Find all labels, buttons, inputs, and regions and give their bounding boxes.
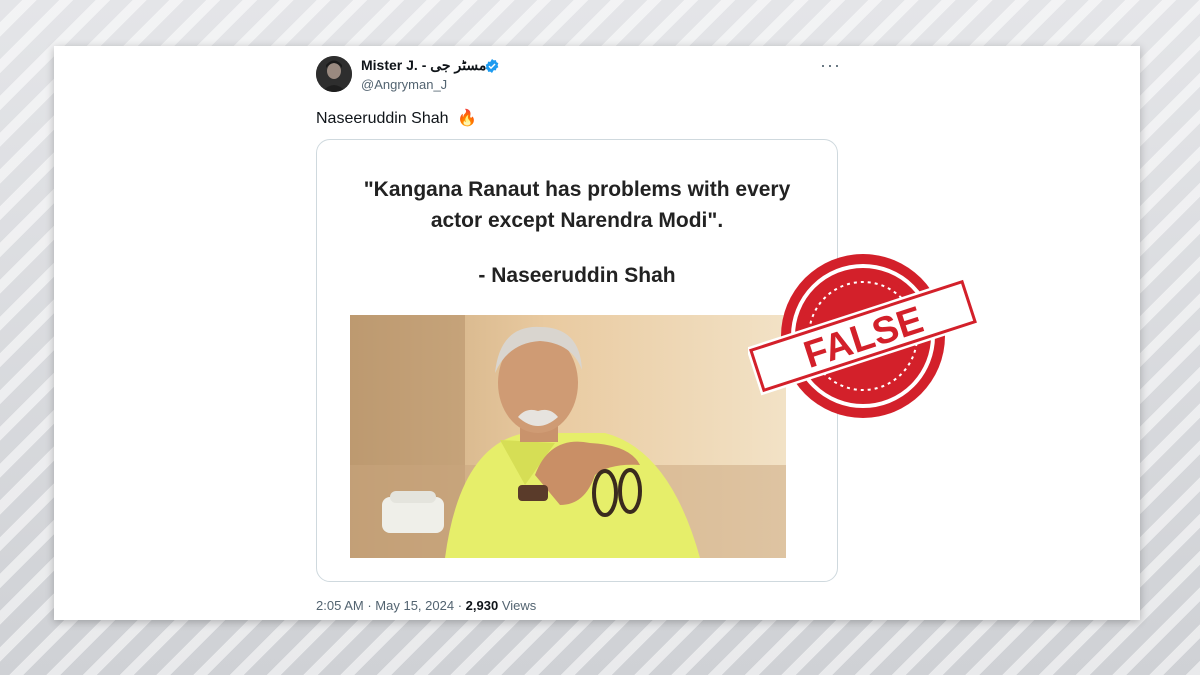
more-options-icon[interactable]: ···	[820, 55, 841, 76]
quote-text: "Kangana Ranaut has problems with every …	[363, 178, 791, 232]
verified-badge-icon	[485, 59, 499, 73]
false-stamp: FALSE	[748, 254, 978, 418]
avatar-image	[316, 56, 352, 92]
avatar[interactable]	[316, 56, 352, 92]
views-label: Views	[501, 598, 537, 613]
meta-separator: ·	[457, 598, 463, 613]
author-name[interactable]: Mister J. - مسٹر جی	[361, 57, 486, 74]
author-handle[interactable]: @Angryman_J	[361, 77, 447, 92]
tweet-meta: 2:05 AM · May 15, 2024 · 2,930 Views	[316, 598, 536, 613]
fire-emoji-icon: 🔥	[457, 110, 477, 127]
tweet-date[interactable]: May 15, 2024	[375, 598, 454, 613]
portrait-photo	[350, 315, 786, 558]
tweet-text: Naseeruddin Shah 🔥	[316, 108, 477, 128]
views-count: 2,930	[465, 598, 499, 613]
meta-separator: ·	[367, 598, 372, 613]
tweet-time[interactable]: 2:05 AM	[316, 598, 364, 613]
tweet-body: Naseeruddin Shah	[316, 110, 449, 127]
